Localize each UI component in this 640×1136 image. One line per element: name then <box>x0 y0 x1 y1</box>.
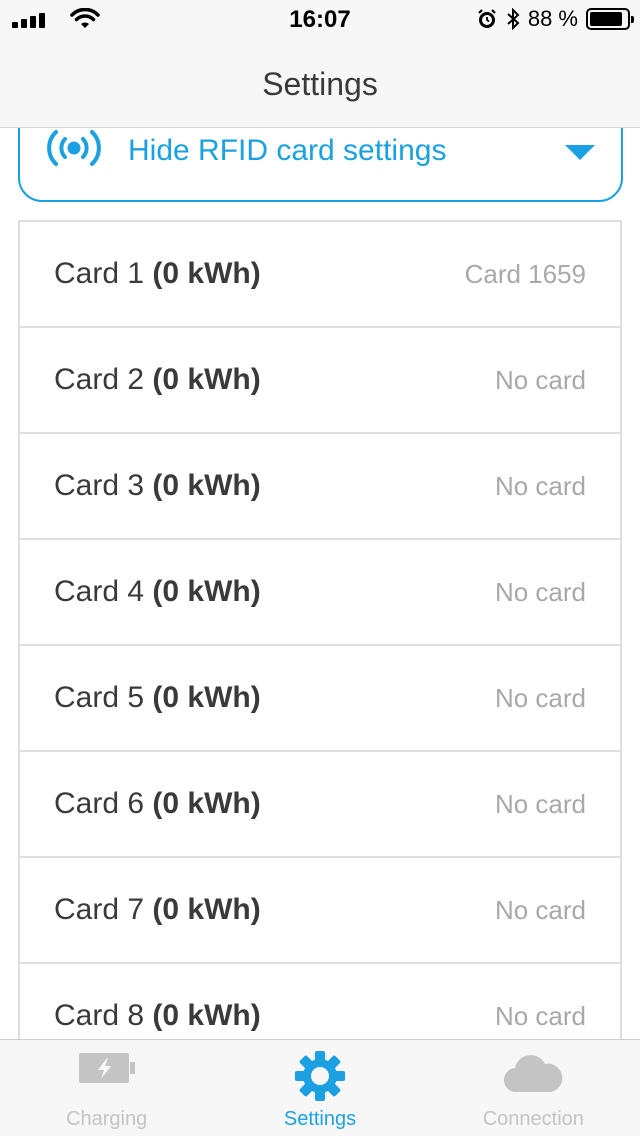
battery-icon <box>586 8 634 30</box>
card-row[interactable]: Card 8 (0 kWh) No card <box>20 964 620 1039</box>
card-energy: (0 kWh) <box>152 681 261 714</box>
card-energy: (0 kWh) <box>152 575 261 608</box>
rfid-icon <box>47 130 101 166</box>
card-name: Card 1 <box>54 257 145 290</box>
card-status: No card <box>494 576 586 607</box>
card-name: Card 2 <box>54 363 145 396</box>
top-bar: 16:07 88 % Settings <box>0 0 640 128</box>
card-energy: (0 kWh) <box>152 787 261 820</box>
card-name: Card 5 <box>54 681 145 714</box>
card-title: Card 6 (0 kWh) <box>54 787 495 821</box>
rfid-settings-toggle-button[interactable]: Hide RFID card settings <box>18 128 623 202</box>
cloud-icon <box>504 1055 563 1093</box>
card-status: No card <box>494 894 586 925</box>
card-energy: (0 kWh) <box>152 469 261 502</box>
card-title: Card 7 (0 kWh) <box>54 893 495 927</box>
card-name: Card 3 <box>54 469 145 502</box>
card-status: No card <box>494 364 586 395</box>
tab-connection[interactable]: Connection <box>427 1040 640 1136</box>
card-row[interactable]: Card 1 (0 kWh) Card 1659 <box>20 222 620 328</box>
tab-settings[interactable]: Settings <box>213 1040 426 1136</box>
tab-charging-label: Charging <box>66 1108 148 1130</box>
tab-bar: Charging Settings Connection <box>0 1039 640 1136</box>
settings-screen: 16:07 88 % Settings Hide RFID card setti… <box>0 0 640 1136</box>
battery-percentage: 88 % <box>527 6 578 31</box>
card-row[interactable]: Card 7 (0 kWh) No card <box>20 858 620 964</box>
card-name: Card 4 <box>54 575 145 608</box>
card-title: Card 4 (0 kWh) <box>54 575 495 609</box>
card-title: Card 8 (0 kWh) <box>54 999 495 1033</box>
status-bar: 16:07 88 % <box>0 0 640 40</box>
card-row[interactable]: Card 2 (0 kWh) No card <box>20 328 620 434</box>
card-row[interactable]: Card 3 (0 kWh) No card <box>20 434 620 540</box>
chevron-down-icon <box>565 145 595 160</box>
tab-connection-label: Connection <box>482 1108 584 1130</box>
card-status: No card <box>494 470 586 501</box>
card-name: Card 8 <box>54 999 145 1032</box>
rfid-card-list: Card 1 (0 kWh) Card 1659 Card 2 (0 kWh) No … <box>18 220 622 1039</box>
card-status: No card <box>494 1000 586 1031</box>
page-title: Settings <box>262 66 378 102</box>
card-status: Card 1659 <box>464 258 586 289</box>
card-energy: (0 kWh) <box>152 893 261 926</box>
tab-charging[interactable]: Charging <box>0 1040 213 1136</box>
rfid-settings-toggle-label: Hide RFID card settings <box>128 134 447 167</box>
alarm-icon <box>478 9 496 28</box>
card-energy: (0 kWh) <box>152 257 261 290</box>
card-title: Card 1 (0 kWh) <box>54 257 465 291</box>
card-name: Card 7 <box>54 893 145 926</box>
card-row[interactable]: Card 4 (0 kWh) No card <box>20 540 620 646</box>
card-name: Card 6 <box>54 787 145 820</box>
gear-icon <box>294 1051 345 1101</box>
card-row[interactable]: Card 5 (0 kWh) No card <box>20 646 620 752</box>
card-energy: (0 kWh) <box>152 999 261 1032</box>
card-status: No card <box>494 788 586 819</box>
card-title: Card 2 (0 kWh) <box>54 363 495 397</box>
card-energy: (0 kWh) <box>152 363 261 396</box>
settings-content[interactable]: Hide RFID card settings Card 1 (0 kWh) Ca… <box>0 128 640 1039</box>
card-status: No card <box>494 682 586 713</box>
battery-charging-icon <box>78 1053 135 1083</box>
card-row[interactable]: Card 6 (0 kWh) No card <box>20 752 620 858</box>
bluetooth-icon <box>507 8 520 30</box>
tab-settings-label: Settings <box>283 1108 357 1130</box>
status-right-group: 88 % <box>476 6 634 32</box>
battery-fill <box>590 12 622 26</box>
card-title: Card 5 (0 kWh) <box>54 681 495 715</box>
card-title: Card 3 (0 kWh) <box>54 469 495 503</box>
